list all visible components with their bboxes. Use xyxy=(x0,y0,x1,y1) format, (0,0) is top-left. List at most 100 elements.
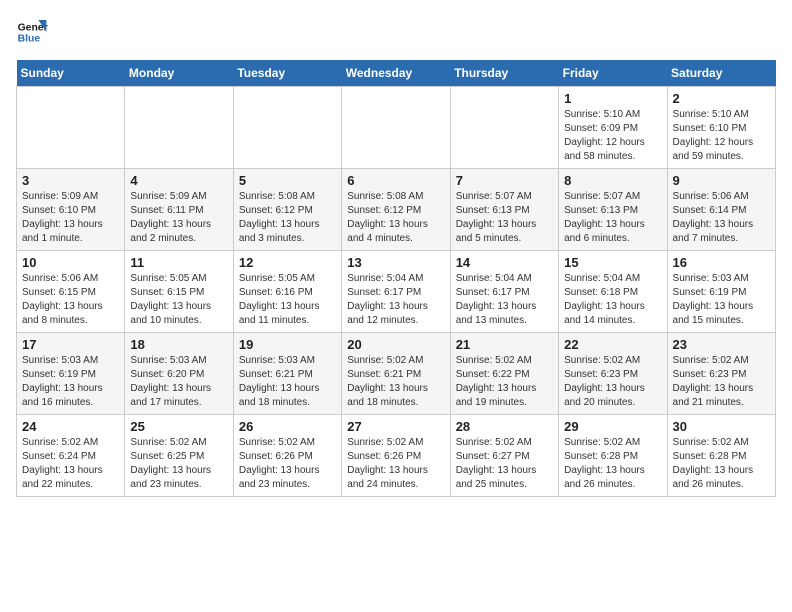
day-number: 30 xyxy=(673,419,770,434)
day-info: Sunrise: 5:02 AM Sunset: 6:25 PM Dayligh… xyxy=(130,436,227,492)
weekday-header-row: SundayMondayTuesdayWednesdayThursdayFrid… xyxy=(17,60,776,87)
day-number: 14 xyxy=(456,255,553,270)
day-info: Sunrise: 5:03 AM Sunset: 6:19 PM Dayligh… xyxy=(22,354,119,410)
day-number: 16 xyxy=(673,255,770,270)
weekday-header: Monday xyxy=(125,60,233,87)
day-number: 8 xyxy=(564,173,661,188)
calendar-week-row: 3Sunrise: 5:09 AM Sunset: 6:10 PM Daylig… xyxy=(17,169,776,251)
calendar-cell: 8 Sunrise: 5:07 AM Sunset: 6:13 PM Daylig… xyxy=(559,169,667,251)
day-info: Sunrise: 5:07 AM Sunset: 6:13 PM Dayligh… xyxy=(456,190,553,246)
weekday-header: Friday xyxy=(559,60,667,87)
calendar-cell: 20Sunrise: 5:02 AM Sunset: 6:21 PM Dayli… xyxy=(342,333,450,415)
day-info: Sunrise: 5:09 AM Sunset: 6:11 PM Dayligh… xyxy=(130,190,227,246)
calendar-cell: 5 Sunrise: 5:08 AM Sunset: 6:12 PM Daylig… xyxy=(233,169,341,251)
day-info: Sunrise: 5:08 AM Sunset: 6:12 PM Dayligh… xyxy=(239,190,336,246)
day-number: 25 xyxy=(130,419,227,434)
day-info: Sunrise: 5:02 AM Sunset: 6:28 PM Dayligh… xyxy=(564,436,661,492)
calendar-week-row: 10 Sunrise: 5:06 AM Sunset: 6:15 PM Dayli… xyxy=(17,251,776,333)
day-number: 28 xyxy=(456,419,553,434)
calendar-cell: 17 Sunrise: 5:03 AM Sunset: 6:19 PM Dayli… xyxy=(17,333,125,415)
day-info: Sunrise: 5:02 AM Sunset: 6:27 PM Dayligh… xyxy=(456,436,553,492)
calendar-cell: 16 Sunrise: 5:03 AM Sunset: 6:19 PM Dayli… xyxy=(667,251,775,333)
calendar-week-row: 24 Sunrise: 5:02 AM Sunset: 6:24 PM Dayli… xyxy=(17,415,776,497)
calendar-cell xyxy=(125,87,233,169)
calendar-cell: 23Sunrise: 5:02 AM Sunset: 6:23 PM Dayli… xyxy=(667,333,775,415)
calendar-cell: 4 Sunrise: 5:09 AM Sunset: 6:11 PM Daylig… xyxy=(125,169,233,251)
calendar-cell: 25 Sunrise: 5:02 AM Sunset: 6:25 PM Dayli… xyxy=(125,415,233,497)
weekday-header: Thursday xyxy=(450,60,558,87)
day-info: Sunrise: 5:05 AM Sunset: 6:15 PM Dayligh… xyxy=(130,272,227,328)
day-info: Sunrise: 5:10 AM Sunset: 6:09 PM Dayligh… xyxy=(564,108,661,164)
day-info: Sunrise: 5:02 AM Sunset: 6:22 PM Dayligh… xyxy=(456,354,553,410)
day-info: Sunrise: 5:02 AM Sunset: 6:26 PM Dayligh… xyxy=(347,436,444,492)
calendar-cell: 29 Sunrise: 5:02 AM Sunset: 6:28 PM Dayli… xyxy=(559,415,667,497)
calendar-cell xyxy=(17,87,125,169)
logo-icon: General Blue xyxy=(16,16,48,48)
calendar-cell: 18 Sunrise: 5:03 AM Sunset: 6:20 PM Dayli… xyxy=(125,333,233,415)
header: General Blue xyxy=(16,16,776,48)
day-number: 22 xyxy=(564,337,661,352)
day-number: 1 xyxy=(564,91,661,106)
day-number: 9 xyxy=(673,173,770,188)
calendar-cell: 15 Sunrise: 5:04 AM Sunset: 6:18 PM Dayli… xyxy=(559,251,667,333)
calendar-cell: 27 Sunrise: 5:02 AM Sunset: 6:26 PM Dayli… xyxy=(342,415,450,497)
day-number: 6 xyxy=(347,173,444,188)
calendar-cell: 21 Sunrise: 5:02 AM Sunset: 6:22 PM Dayli… xyxy=(450,333,558,415)
day-info: Sunrise: 5:02 AM Sunset: 6:21 PM Dayligh… xyxy=(347,354,444,410)
svg-text:Blue: Blue xyxy=(18,34,41,45)
day-number: 11 xyxy=(130,255,227,270)
day-info: Sunrise: 5:02 AM Sunset: 6:28 PM Dayligh… xyxy=(673,436,770,492)
day-info: Sunrise: 5:04 AM Sunset: 6:17 PM Dayligh… xyxy=(456,272,553,328)
calendar-cell: 3Sunrise: 5:09 AM Sunset: 6:10 PM Daylig… xyxy=(17,169,125,251)
weekday-header: Tuesday xyxy=(233,60,341,87)
day-number: 29 xyxy=(564,419,661,434)
calendar-week-row: 17 Sunrise: 5:03 AM Sunset: 6:19 PM Dayli… xyxy=(17,333,776,415)
calendar-cell: 28 Sunrise: 5:02 AM Sunset: 6:27 PM Dayli… xyxy=(450,415,558,497)
calendar-cell xyxy=(450,87,558,169)
calendar-cell: 2 Sunrise: 5:10 AM Sunset: 6:10 PM Daylig… xyxy=(667,87,775,169)
day-info: Sunrise: 5:06 AM Sunset: 6:15 PM Dayligh… xyxy=(22,272,119,328)
day-info: Sunrise: 5:02 AM Sunset: 6:26 PM Dayligh… xyxy=(239,436,336,492)
calendar-cell: 22Sunrise: 5:02 AM Sunset: 6:23 PM Dayli… xyxy=(559,333,667,415)
day-info: Sunrise: 5:06 AM Sunset: 6:14 PM Dayligh… xyxy=(673,190,770,246)
day-number: 27 xyxy=(347,419,444,434)
day-info: Sunrise: 5:03 AM Sunset: 6:21 PM Dayligh… xyxy=(239,354,336,410)
day-info: Sunrise: 5:03 AM Sunset: 6:19 PM Dayligh… xyxy=(673,272,770,328)
day-number: 18 xyxy=(130,337,227,352)
day-info: Sunrise: 5:03 AM Sunset: 6:20 PM Dayligh… xyxy=(130,354,227,410)
day-number: 4 xyxy=(130,173,227,188)
day-info: Sunrise: 5:07 AM Sunset: 6:13 PM Dayligh… xyxy=(564,190,661,246)
calendar-cell: 19Sunrise: 5:03 AM Sunset: 6:21 PM Dayli… xyxy=(233,333,341,415)
day-info: Sunrise: 5:02 AM Sunset: 6:24 PM Dayligh… xyxy=(22,436,119,492)
day-number: 21 xyxy=(456,337,553,352)
day-number: 12 xyxy=(239,255,336,270)
calendar-cell: 6 Sunrise: 5:08 AM Sunset: 6:12 PM Daylig… xyxy=(342,169,450,251)
day-number: 15 xyxy=(564,255,661,270)
day-number: 10 xyxy=(22,255,119,270)
calendar-cell: 14 Sunrise: 5:04 AM Sunset: 6:17 PM Dayli… xyxy=(450,251,558,333)
day-number: 13 xyxy=(347,255,444,270)
day-info: Sunrise: 5:08 AM Sunset: 6:12 PM Dayligh… xyxy=(347,190,444,246)
day-info: Sunrise: 5:04 AM Sunset: 6:18 PM Dayligh… xyxy=(564,272,661,328)
day-info: Sunrise: 5:10 AM Sunset: 6:10 PM Dayligh… xyxy=(673,108,770,164)
calendar-cell: 30 Sunrise: 5:02 AM Sunset: 6:28 PM Dayli… xyxy=(667,415,775,497)
day-number: 26 xyxy=(239,419,336,434)
day-number: 5 xyxy=(239,173,336,188)
calendar-cell: 26 Sunrise: 5:02 AM Sunset: 6:26 PM Dayli… xyxy=(233,415,341,497)
calendar-cell: 24 Sunrise: 5:02 AM Sunset: 6:24 PM Dayli… xyxy=(17,415,125,497)
day-info: Sunrise: 5:05 AM Sunset: 6:16 PM Dayligh… xyxy=(239,272,336,328)
calendar-cell xyxy=(342,87,450,169)
calendar-cell: 9 Sunrise: 5:06 AM Sunset: 6:14 PM Daylig… xyxy=(667,169,775,251)
day-info: Sunrise: 5:02 AM Sunset: 6:23 PM Dayligh… xyxy=(673,354,770,410)
calendar-cell: 10 Sunrise: 5:06 AM Sunset: 6:15 PM Dayli… xyxy=(17,251,125,333)
calendar-cell: 11 Sunrise: 5:05 AM Sunset: 6:15 PM Dayli… xyxy=(125,251,233,333)
day-number: 17 xyxy=(22,337,119,352)
calendar-table: SundayMondayTuesdayWednesdayThursdayFrid… xyxy=(16,60,776,497)
logo: General Blue xyxy=(16,16,48,48)
day-number: 3 xyxy=(22,173,119,188)
weekday-header: Sunday xyxy=(17,60,125,87)
day-number: 24 xyxy=(22,419,119,434)
calendar-cell: 12 Sunrise: 5:05 AM Sunset: 6:16 PM Dayli… xyxy=(233,251,341,333)
day-number: 7 xyxy=(456,173,553,188)
day-number: 2 xyxy=(673,91,770,106)
